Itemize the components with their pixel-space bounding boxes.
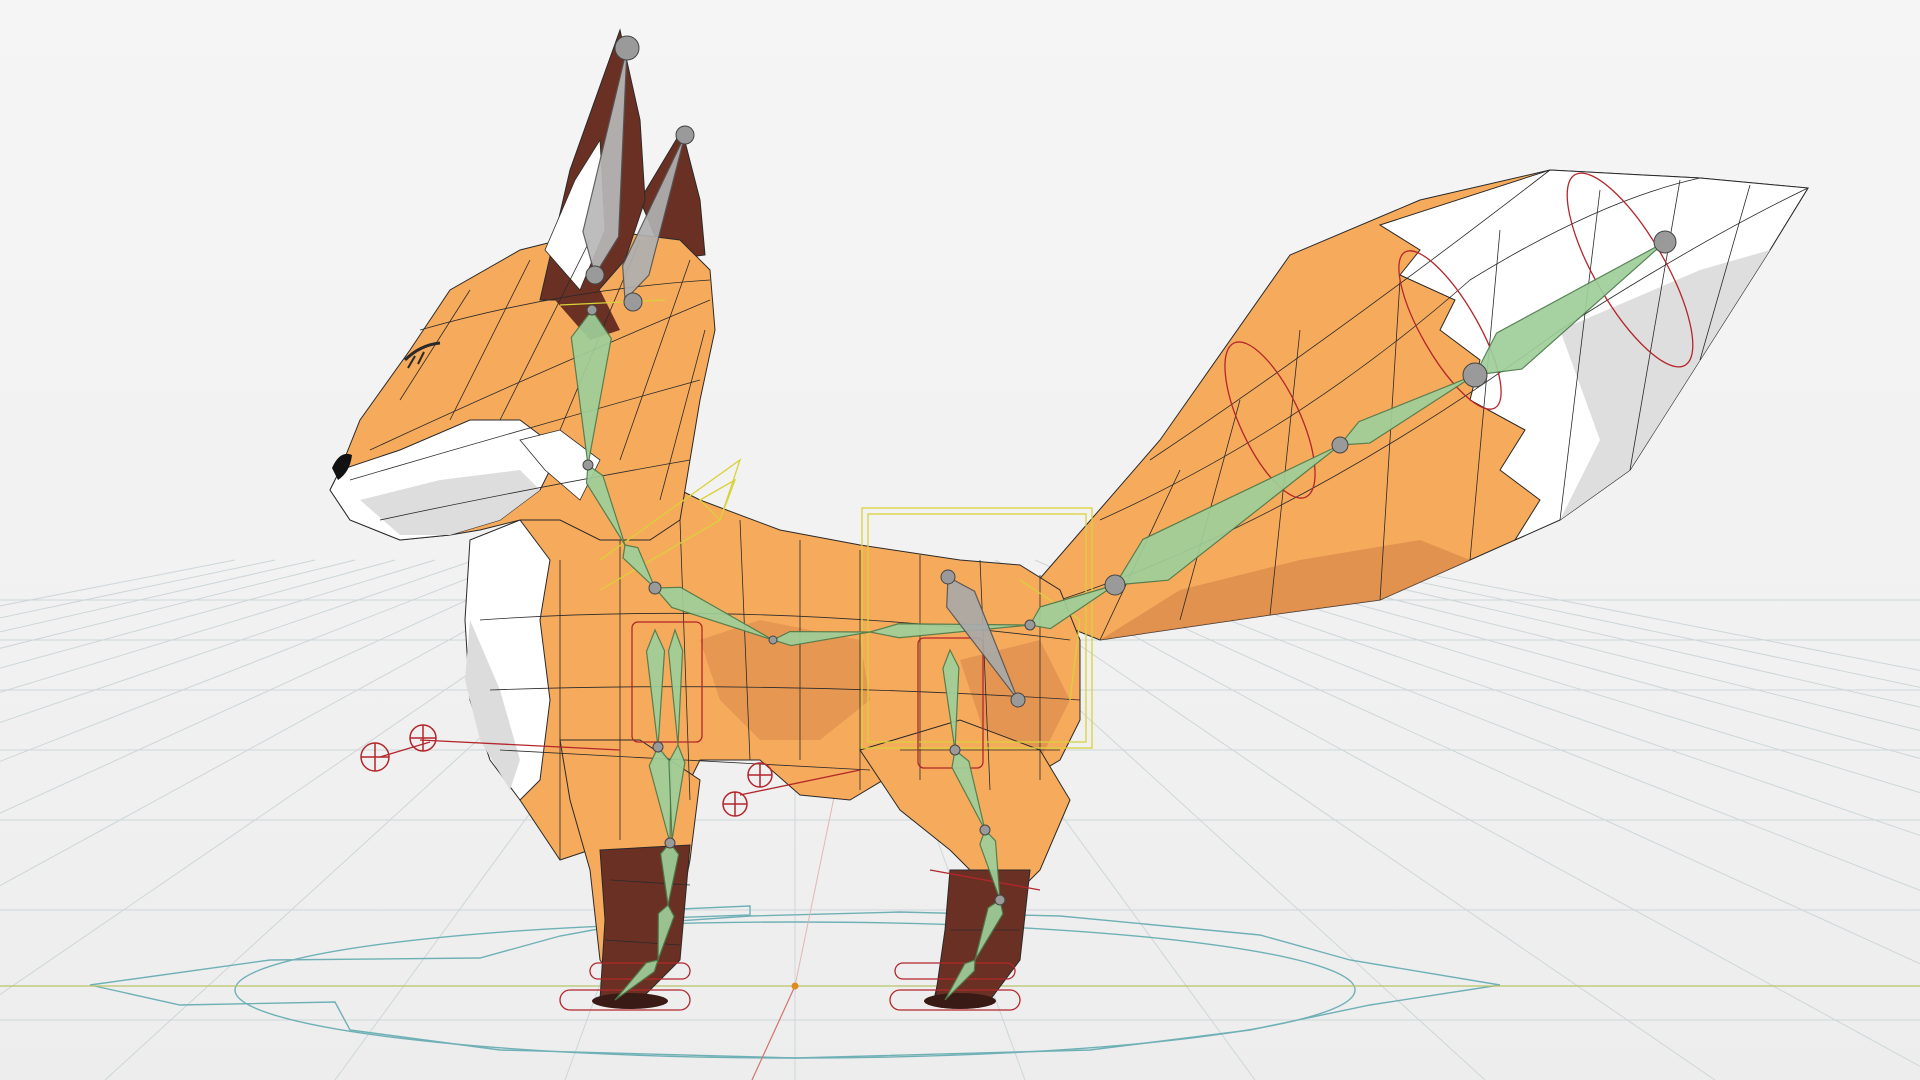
ik-target-back[interactable] [409,724,437,752]
joint-ear-back-tip[interactable] [675,125,695,145]
world-origin-marker[interactable] [791,982,799,990]
joint-back-ankle[interactable] [979,824,991,836]
pole-target-back[interactable] [722,791,748,817]
joint-tail-2[interactable] [1104,574,1126,596]
joint-front-ankle[interactable] [664,837,676,849]
pole-target-front[interactable] [747,762,773,788]
joint-back-foot[interactable] [994,894,1006,906]
joint-ear-front-base[interactable] [585,265,605,285]
joint-back-knee[interactable] [949,744,961,756]
joint-tail-3[interactable] [1331,436,1349,454]
fox-head[interactable] [329,28,716,541]
scene-canvas[interactable] [0,0,1920,1080]
y-axis-line [751,985,796,1080]
joint-spine[interactable] [768,635,778,645]
joint-front-knee[interactable] [652,741,664,753]
joint-tail-1[interactable] [1024,619,1036,631]
joint-ear-front-tip[interactable] [614,35,640,61]
joint-tail-tip[interactable] [1653,230,1677,254]
joint-tail-4[interactable] [1462,362,1488,388]
joint-hip-end[interactable] [1010,692,1026,708]
paw-front [592,993,668,1009]
joint-hip[interactable] [940,569,956,585]
joint-neck[interactable] [582,459,594,471]
3d-viewport[interactable] [0,0,1920,1080]
joint-chest[interactable] [648,581,662,595]
ik-target-front[interactable] [360,742,390,772]
joint-head[interactable] [586,304,598,316]
paw-back [924,993,996,1009]
joint-ear-back-base[interactable] [623,292,643,312]
